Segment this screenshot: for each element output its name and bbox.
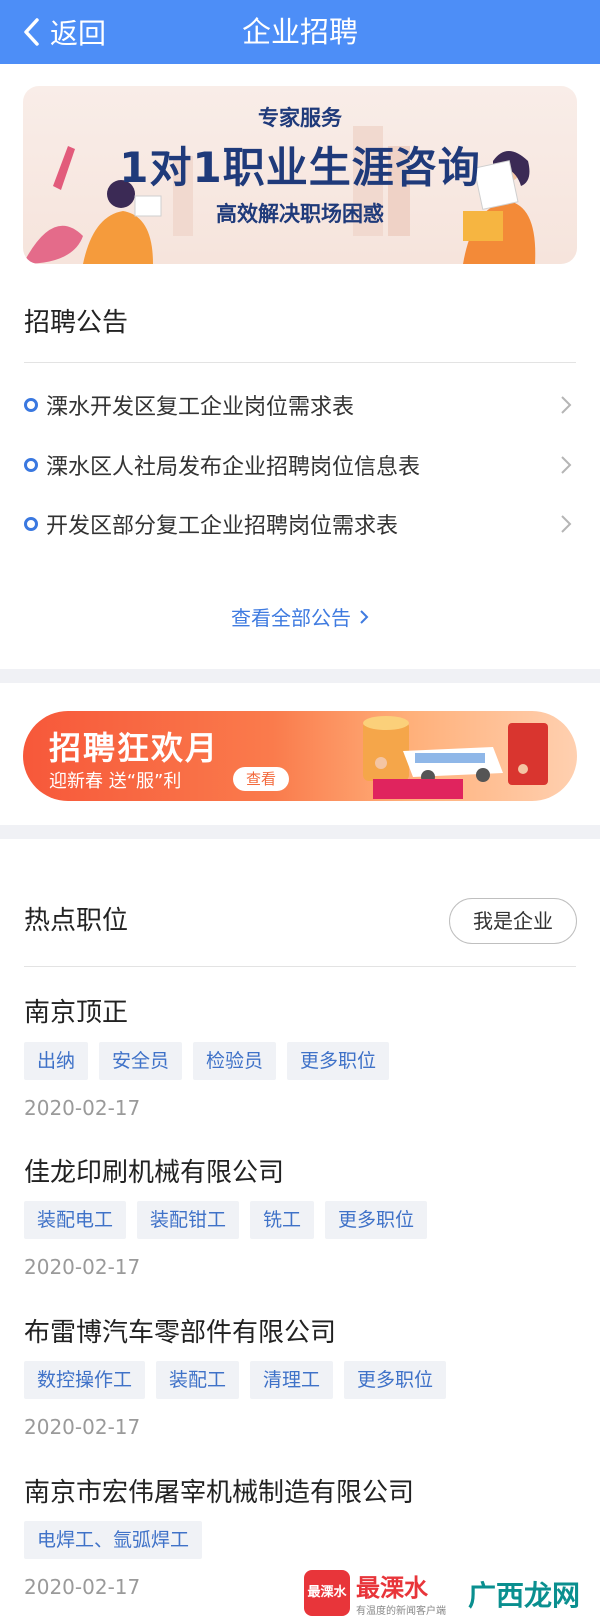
circle-bullet-icon [24,458,38,472]
circle-bullet-icon [24,398,38,412]
circle-bullet-icon [24,517,38,531]
company-name[interactable]: 南京市宏伟屠宰机械制造有限公司 [24,1472,414,1509]
watermark-caption: 有温度的新闻客户端 [356,1606,446,1617]
job-tags: 装配电工 装配钳工 铣工 更多职位 [24,1201,428,1239]
company-name[interactable]: 布雷博汽车零部件有限公司 [24,1312,336,1349]
view-all-notices-link[interactable]: 查看全部公告 [0,602,600,636]
festival-view-button[interactable]: 查看 [233,767,289,791]
more-jobs-tag[interactable]: 更多职位 [325,1201,428,1239]
notice-item-label: 溧水开发区复工企业岗位需求表 [46,395,355,420]
more-jobs-tag[interactable]: 更多职位 [287,1042,390,1080]
notices-section-title: 招聘公告 [24,308,129,338]
job-tag[interactable]: 检验员 [193,1042,277,1080]
job-tag[interactable]: 安全员 [99,1042,183,1080]
job-tag[interactable]: 数控操作工 [24,1361,146,1399]
chevron-right-icon [561,396,572,414]
chevron-right-icon [359,606,369,630]
job-tags: 出纳 安全员 检验员 更多职位 [24,1042,390,1080]
post-date: 2020-02-17 [24,1575,141,1599]
festival-title: 招聘狂欢月 [49,729,220,767]
job-tag[interactable]: 清理工 [250,1361,334,1399]
banner-headline: 1对1职业生涯咨询 [119,143,481,192]
divider [24,362,576,363]
post-date: 2020-02-17 [24,1255,141,1279]
festival-subtitle: 迎新春 送“服”利 [49,771,182,792]
job-tag[interactable]: 出纳 [24,1042,89,1080]
notice-item-label: 溧水区人社局发布企业招聘岗位信息表 [46,455,421,480]
page-title: 企业招聘 [241,15,358,49]
recruitment-festival-banner[interactable]: 招聘狂欢月 迎新春 送“服”利 查看 [23,711,577,801]
post-date: 2020-02-17 [24,1415,141,1439]
view-all-label: 查看全部公告 [231,606,351,630]
watermark-logo: 最溧水 [304,1570,350,1616]
watermark-brand: 最溧水 [356,1574,428,1602]
watermark-site: 广西龙网 [468,1579,581,1612]
notice-item[interactable]: 溧水区人社局发布企业招聘岗位信息表 [24,443,576,487]
job-tags: 数控操作工 装配工 清理工 更多职位 [24,1361,447,1399]
job-tag[interactable]: 铣工 [250,1201,315,1239]
i-am-company-button[interactable]: 我是企业 [449,898,577,944]
more-jobs-tag[interactable]: 更多职位 [344,1361,447,1399]
job-tag[interactable]: 装配工 [156,1361,240,1399]
watermark: 最溧水 最溧水 有温度的新闻客户端 广西龙网 [300,1568,600,1621]
job-tag[interactable]: 装配电工 [24,1201,127,1239]
job-tag[interactable]: 电焊工、氩弧焊工 [24,1521,203,1559]
company-name[interactable]: 佳龙印刷机械有限公司 [24,1152,284,1189]
company-name[interactable]: 南京顶正 [24,992,128,1029]
banner-tagline: 高效解决职场困惑 [216,202,384,226]
notice-item-label: 开发区部分复工企业招聘岗位需求表 [46,514,399,539]
hot-jobs-section-title: 热点职位 [24,906,129,936]
section-gap [0,669,600,683]
banner-subtitle: 专家服务 [258,106,342,130]
notice-item[interactable]: 溧水开发区复工企业岗位需求表 [24,383,576,427]
chevron-right-icon [561,515,572,533]
top-navigation-bar: 返回 企业招聘 [0,0,600,64]
job-tags: 电焊工、氩弧焊工 [24,1521,203,1559]
notice-item[interactable]: 开发区部分复工企业招聘岗位需求表 [24,502,576,546]
chevron-right-icon [561,456,572,474]
divider [24,966,576,967]
post-date: 2020-02-17 [24,1096,141,1120]
section-gap [0,825,600,839]
career-consulting-banner[interactable]: 专家服务 1对1职业生涯咨询 高效解决职场困惑 [23,86,577,264]
job-tag[interactable]: 装配钳工 [137,1201,240,1239]
